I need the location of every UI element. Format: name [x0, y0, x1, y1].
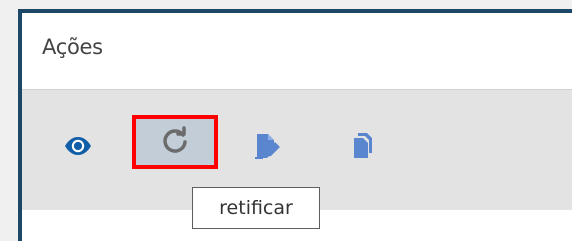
panel-header: Ações	[22, 13, 572, 90]
panel-title: Ações	[42, 35, 103, 59]
redo-icon	[163, 126, 187, 153]
copy-icon	[354, 133, 372, 158]
retify-button[interactable]	[132, 115, 218, 169]
tooltip: retificar	[192, 187, 320, 229]
sign-document-icon	[255, 134, 280, 159]
copy-button[interactable]	[339, 124, 383, 168]
eye-icon	[65, 137, 91, 155]
view-button[interactable]	[56, 124, 100, 168]
sign-button[interactable]	[245, 124, 289, 168]
